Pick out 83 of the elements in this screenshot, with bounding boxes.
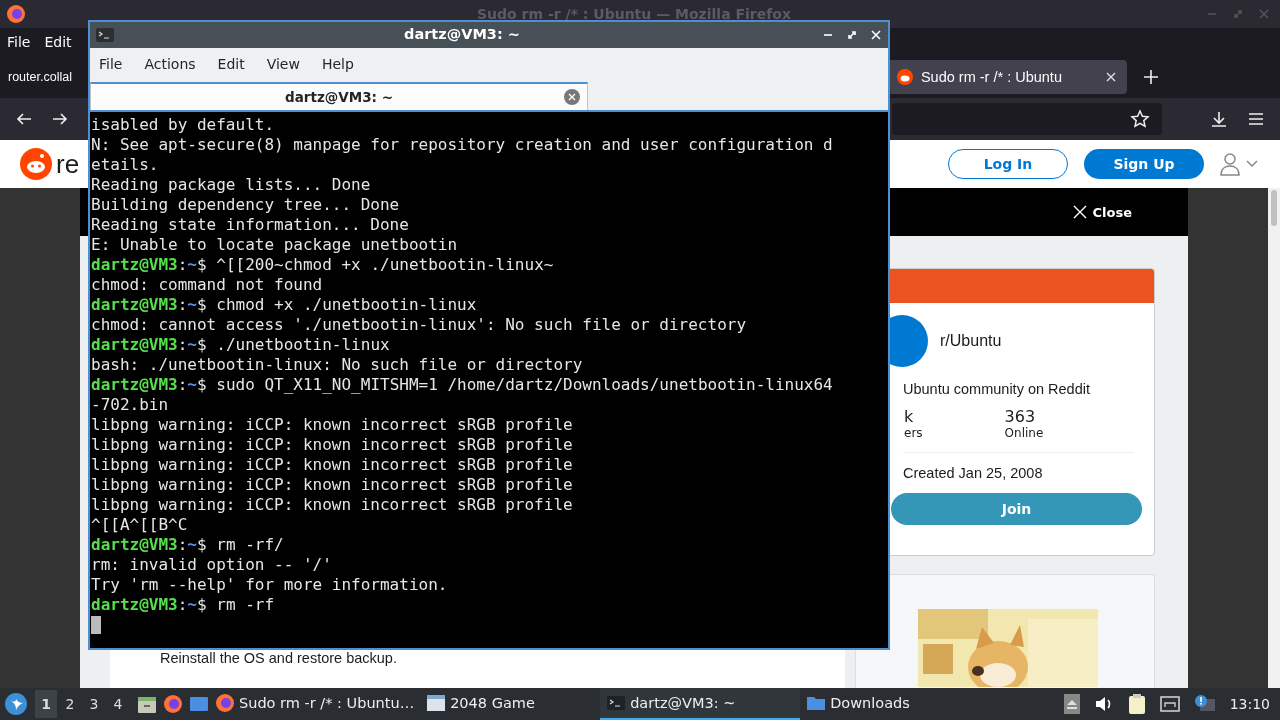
desktop-icon[interactable] [189,694,209,714]
eject-icon[interactable] [1063,694,1080,714]
post-text: Reinstall the OS and restore backup. [160,650,398,666]
clock: 13:10 [1229,696,1270,712]
menu-item[interactable]: Help [321,56,354,72]
window-icon [426,693,447,713]
maximize-icon[interactable] [846,29,858,41]
terminal-output: isabled by default. [91,115,275,135]
download-icon[interactable] [1210,110,1228,128]
stat-value: 363 [1004,407,1037,426]
terminal-output: chmod: cannot access './unetbootin-linux': No such file or directory [91,315,747,335]
workspace-button[interactable]: 3 [83,690,105,718]
login-button[interactable]: Log In [948,149,1068,179]
menu-icon[interactable] [1247,110,1265,128]
terminal-output: -702.bin [91,395,169,415]
user-menu-icon[interactable] [1220,152,1260,176]
menu-item[interactable]: Actions [144,56,196,72]
terminal-icon [606,693,627,713]
close-icon [1072,205,1087,219]
taskbar-button[interactable]: Sudo rm -r /* : Ubuntu… [209,688,421,720]
network-icon[interactable] [1159,694,1180,714]
clipboard-icon[interactable] [1127,693,1146,715]
new-tab-icon[interactable] [1142,68,1159,85]
taskbar-button[interactable]: 2048 Game [420,688,601,720]
reddit-icon [896,68,913,85]
terminal-output: libpng warning: iCCP: known incorrect sRGB profile [91,415,573,435]
window-title: dartz@VM3: ~ [404,26,520,42]
signup-button[interactable]: Sign Up [1084,149,1204,179]
terminal-output: Building dependency tree... Done [91,195,400,215]
browser-tab[interactable]: router.collal [0,59,72,94]
workspace-button[interactable]: 1 [35,690,57,718]
terminal-command: dartz@VM3:~$ sudo QT_X11_NO_MITSHM=1 /home/dartz/Downloads/unetbootin-linux64 [91,375,833,395]
menu-item[interactable]: File [99,56,123,72]
terminal-tab[interactable]: dartz@VM3: ~ [90,82,588,110]
taskbar-button[interactable]: dartz@VM3: ~ [600,688,801,720]
reddit-logo-icon[interactable] [20,148,52,180]
scrollbar[interactable] [1268,188,1280,688]
notification-icon[interactable] [1193,694,1216,714]
close-icon[interactable] [563,88,581,106]
start-menu-icon[interactable] [5,693,27,715]
stat-label: ers [904,426,923,440]
terminal-output: chmod: command not found [91,275,323,295]
terminal-output: Try 'rm --help' for more information. [91,575,448,595]
close-button[interactable]: Close [1072,204,1132,220]
terminal-output: libpng warning: iCCP: known incorrect sRGB profile [91,455,573,475]
taskbar-button[interactable]: Downloads [800,688,981,720]
terminal-output: bash: ./unetbootin-linux: No such file or directory [91,355,583,375]
terminal-command: dartz@VM3:~$ chmod +x ./unetbootin-linux [91,295,477,315]
terminal-output: Reading package lists... Done [91,175,371,195]
created-date: Created Jan 25, 2008 [903,465,1044,481]
terminal-output: N: See apt-secure(8) manpage for repository creation and user configuration d [91,135,833,155]
terminal-output: E: Unable to locate package unetbootin [91,235,458,255]
terminal-command: dartz@VM3:~$ ./unetbootin-linux [91,335,390,355]
menu-item[interactable]: View [266,56,300,72]
logo-text: re [56,148,80,180]
firefox-icon [6,4,26,24]
file-cabinet-icon[interactable] [137,694,157,714]
terminal-output: ^[[A^[[B^C [91,515,188,535]
scrollbar-thumb[interactable] [1271,190,1277,226]
close-icon[interactable] [1104,70,1117,83]
terminal-command: dartz@VM3:~$ rm -rf [91,595,275,615]
menu-item[interactable]: Edit [217,56,245,72]
text-cursor [91,616,101,634]
terminal-output: libpng warning: iCCP: known incorrect sRGB profile [91,435,573,455]
terminal-command: dartz@VM3:~$ rm -rf/ [91,535,284,555]
firefox-icon [215,693,235,713]
menu-item[interactable]: Edit [44,33,72,50]
community-name: r/Ubuntu [940,332,1002,350]
terminal-output: Reading state information... Done [91,215,409,235]
menu-item[interactable]: File [7,33,31,50]
terminal-command: dartz@VM3:~$ ^[[200~chmod +x ./unetbootin-linux~ [91,255,554,275]
firefox-icon[interactable] [163,694,183,714]
terminal-output: rm: invalid option -- '/' [91,555,332,575]
stat-value: k [904,407,915,426]
terminal-icon [96,28,114,42]
terminal-output: etails. [91,155,159,175]
stat-label: Online [1004,426,1044,440]
terminal-output: libpng warning: iCCP: known incorrect sRGB profile [91,475,573,495]
workspace-button[interactable]: 4 [107,690,129,718]
community-description: Ubuntu community on Reddit [903,381,1091,397]
terminal-output: libpng warning: iCCP: known incorrect sRGB profile [91,495,573,515]
workspace-button[interactable]: 2 [59,690,81,718]
star-icon[interactable] [1130,109,1150,129]
